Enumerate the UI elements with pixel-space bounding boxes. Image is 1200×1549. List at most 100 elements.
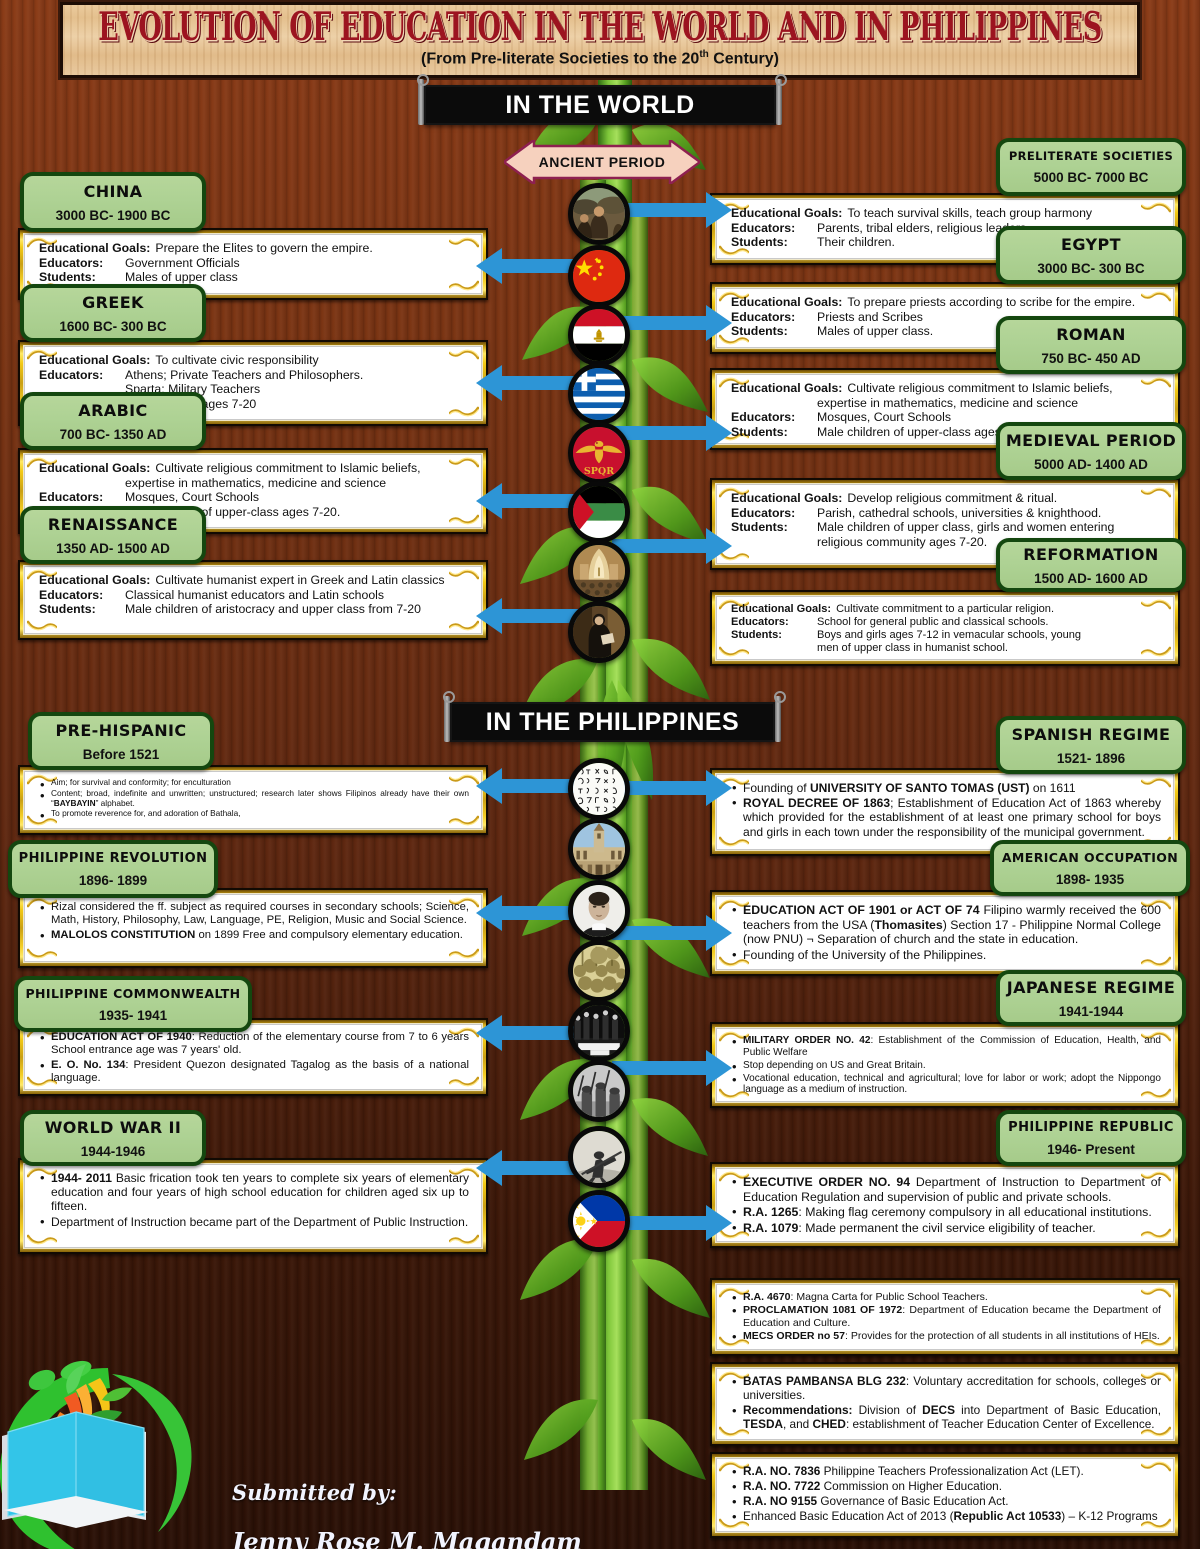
goals-label: Educational Goals: [731, 206, 843, 220]
banner-hanger-right-icon [774, 691, 786, 742]
ph-right-period-chip-0: SPANISH REGIME 1521- 1896 [996, 716, 1186, 774]
world-right-period-chip-2: ROMAN 750 BC- 450 AD [996, 316, 1186, 374]
ph-left-period-chip-2: PHILIPPINE COMMONWEALTH 1935- 1941 [14, 976, 252, 1032]
ph-left-period-chip-0: PRE-HISPANIC Before 1521 [28, 712, 214, 770]
gold-corner-curl-icon [27, 620, 57, 631]
blue-flow-arrow-icon [612, 1205, 732, 1241]
world-right-period-chip-1: EGYPT 3000 BC- 300 BC [996, 226, 1186, 284]
blue-flow-arrow-icon [612, 770, 732, 806]
list-item: PROCLAMATION 1081 OF 1972: Department of… [731, 1303, 1161, 1329]
goals-label: Educational Goals: [39, 241, 151, 255]
subtitle-ordinal: th [699, 48, 709, 60]
gold-corner-curl-icon [449, 948, 479, 959]
section-banner-world: IN THE WORLD [417, 74, 787, 125]
students-value: Their children. [817, 235, 895, 249]
ph-right-detail-box-6: R.A. NO. 7836 Philippine Teachers Profes… [710, 1452, 1180, 1538]
world-timeline-circle-0 [568, 183, 630, 245]
world-left-detail-box-3: Educational Goals: Cultivate humanist exp… [18, 560, 488, 640]
list-item: Vocational education, technical and agri… [731, 1072, 1161, 1097]
students-label: Students: [731, 629, 782, 642]
content-panel: Rizal considered the ff. subject as requ… [24, 894, 482, 962]
period-name: PRE-HISPANIC [55, 720, 187, 740]
ph-right-period-chip-1: AMERICAN OCCUPATION 1898- 1935 [990, 840, 1190, 896]
flow-arrow-to-roman [612, 415, 732, 451]
period-years: 1898- 1935 [1055, 871, 1125, 887]
educators-label: Educators: [731, 309, 796, 324]
ph-left-detail-box-1: Rizal considered the ff. subject as requ… [18, 888, 488, 968]
educators-value: Priests and Scribes [817, 309, 923, 324]
world-right-period-chip-0: PRELITERATE SOCIETIES 5000 BC- 7000 BC [996, 138, 1186, 196]
students-label: Students: [731, 324, 788, 338]
list-item: R.A. NO. 7722 Commission on Higher Educa… [731, 1479, 1161, 1494]
world-timeline-circle-4: SPQR [568, 422, 630, 484]
content-panel: R.A. NO. 7836 Philippine Teachers Profes… [716, 1458, 1174, 1532]
goals-label: Educational Goals: [731, 491, 843, 505]
world-timeline-circle-3 [568, 363, 630, 425]
banner-hanger-left-icon [443, 691, 455, 742]
list-item: R.A. NO. 7836 Philippine Teachers Profes… [731, 1464, 1161, 1479]
content-panel: EDUCATION ACT OF 1901 or ACT OF 74 Filip… [716, 896, 1174, 970]
educators-value: Mosques, Court Schools [125, 490, 259, 504]
ph-right-period-chip-3: PHILIPPINE REPUBLIC 1946- Present [996, 1110, 1186, 1166]
ph-right-detail-box-1: EDUCATION ACT OF 1901 or ACT OF 74 Filip… [710, 890, 1180, 976]
goals-value: Cultivate commitment to a particular rel… [836, 603, 1055, 615]
period-years: 1521- 1896 [1056, 750, 1126, 766]
ph-timeline-circle-0 [568, 758, 630, 820]
students-label: Students: [39, 270, 96, 284]
students-value: Male children of upper class, girls and … [817, 520, 1115, 534]
list-item: Founding of the University of the Philip… [731, 947, 1161, 963]
period-name: PHILIPPINE COMMONWEALTH [25, 985, 241, 1001]
ancient-period-arrow: ANCIENT PERIOD [504, 140, 700, 184]
period-years: 1500 AD- 1600 AD [1034, 570, 1148, 586]
ph-right-detail-box-5: BATAS PAMBANSA BLG 232: Voluntary accred… [710, 1362, 1180, 1446]
goals-value: Cultivate religious commitment to Islami… [155, 461, 421, 475]
goals-label: Educational Goals: [731, 603, 832, 615]
content-panel: Educational Goals: Cultivate humanist exp… [24, 566, 482, 634]
goals-label: Educational Goals: [731, 381, 843, 395]
flow-arrow-to-medieval [612, 528, 732, 564]
list-item: ROYAL DECREE OF 1863; Establishment of E… [731, 795, 1161, 839]
ph-right-detail-box-2: MILITARY ORDER NO. 42: Establishment of … [710, 1022, 1180, 1108]
list-item: R.A. NO 9155 Governance of Basic Educati… [731, 1494, 1161, 1509]
goals-label: Educational Goals: [39, 573, 151, 587]
content-panel: EXECUTIVE ORDER NO. 94 Department of Ins… [716, 1168, 1174, 1242]
banner-hanger-right-icon [775, 74, 787, 125]
period-name: CHINA [83, 181, 143, 201]
educators-label: Educators: [731, 616, 789, 629]
flow-arrow-to-preliterate [612, 192, 732, 228]
list-item: Content; broad, indefinite and unwritten… [39, 788, 469, 809]
goals-label: Educational Goals: [39, 353, 151, 367]
list-item: Rizal considered the ff. subject as requ… [39, 900, 469, 928]
gold-corner-curl-icon [27, 948, 57, 959]
list-item: EXECUTIVE ORDER NO. 94 Department of Ins… [731, 1174, 1161, 1204]
ph-right-detail-box-3: EXECUTIVE ORDER NO. 94 Department of Ins… [710, 1162, 1180, 1248]
submission-credit: Submitted by: Jenny Rose M. Magandam [232, 1480, 582, 1549]
period-years: 1946- Present [1047, 1141, 1135, 1157]
students-value: Males of upper class [125, 270, 238, 284]
educators-label: Educators: [731, 220, 796, 235]
list-item: Stop depending on US and Great Britain. [731, 1059, 1161, 1074]
students-label: Students: [39, 602, 96, 616]
ph-right-detail-box-4: R.A. 4670: Magna Carta for Public School… [710, 1278, 1180, 1356]
students-label: Students: [731, 235, 788, 249]
world-left-period-chip-2: ARABIC 700 BC- 1350 AD [20, 392, 206, 450]
students-label: Students: [731, 520, 788, 534]
ph-left-detail-box-3: 1944- 2011 Basic frication took ten year… [18, 1158, 488, 1254]
period-years: 1350 AD- 1500 AD [56, 540, 170, 556]
list-item: 1944- 2011 Basic frication took ten year… [39, 1170, 469, 1214]
educators-value: Classical humanist educators and Latin s… [125, 587, 385, 602]
page-title: EVOLUTION OF EDUCATION IN THE WORLD AND … [98, 4, 1102, 50]
gold-corner-curl-icon [449, 620, 479, 631]
period-name: EGYPT [1061, 234, 1121, 254]
world-left-period-chip-0: CHINA 3000 BC- 1900 BC [20, 172, 206, 232]
educators-value: Government Officials [125, 255, 240, 270]
infographic-page: EVOLUTION OF EDUCATION IN THE WORLD AND … [0, 0, 1200, 1549]
students-value-cont: religious community ages 7-20. [817, 534, 988, 549]
period-name: JAPANESE REGIME [1006, 977, 1176, 997]
educators-label: Educators: [731, 410, 796, 424]
content-panel: Founding of UNIVERSITY OF SANTO TOMAS (U… [716, 774, 1174, 850]
period-years: 3000 BC- 300 BC [1037, 260, 1145, 276]
educators-value: Athens; Private Teachers and Philosopher… [125, 367, 364, 382]
ph-timeline-circle-1 [568, 818, 630, 880]
ancient-period-label: ANCIENT PERIOD [538, 154, 666, 170]
